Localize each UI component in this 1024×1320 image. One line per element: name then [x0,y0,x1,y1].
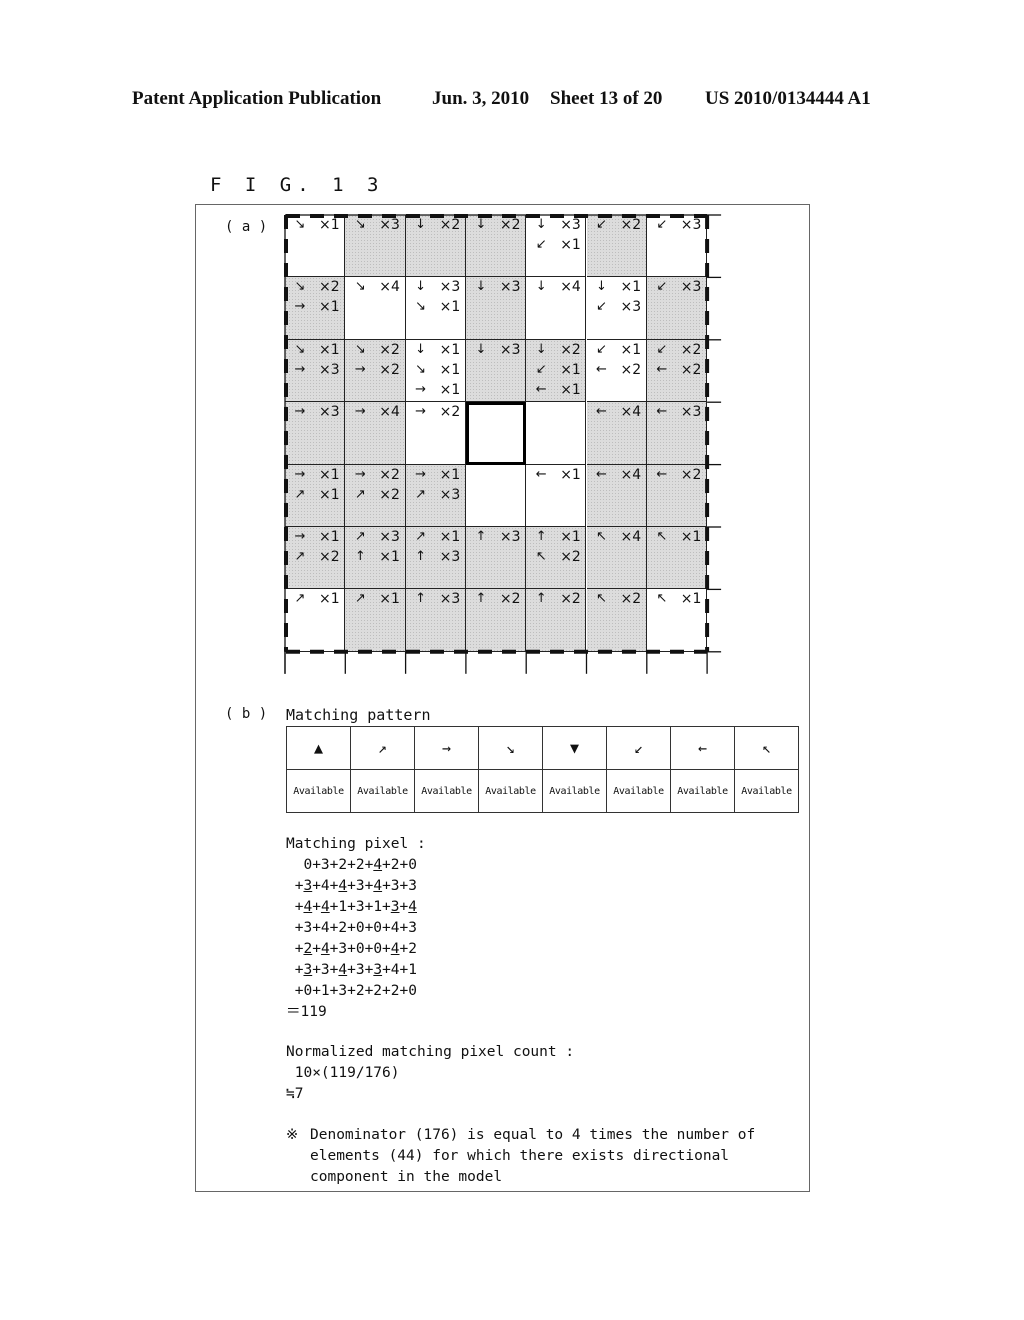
note-line-3: component in the model [310,1169,503,1185]
matching-pixel-row: +0+1+3+2+2+2+0 [286,983,417,999]
pattern-arrow-icon: ↘ [478,726,543,770]
normalized-result: ≒7 [286,1086,304,1102]
pattern-status: Available [414,769,479,813]
grid-outline [284,214,722,674]
pattern-status: Available [606,769,671,813]
pattern-status: Available [350,769,415,813]
matching-pixel-row: +3+4+2+0+0+4+3 [286,920,417,936]
normalized-title: Normalized matching pixel count : [286,1044,575,1060]
matching-pixel-title: Matching pixel : [286,836,426,852]
part-b-label: ( b ) [225,706,268,722]
pattern-arrow-icon: ↖ [734,726,799,770]
pattern-arrow-icon: ↗ [350,726,415,770]
note-line-1: Denominator (176) is equal to 4 times th… [310,1127,756,1143]
note-line-2: elements (44) for which there exists dir… [310,1148,730,1164]
pattern-status: Available [734,769,799,813]
pattern-arrow-icon: ← [670,726,735,770]
pattern-arrow-icon: ↙ [606,726,671,770]
pattern-status: Available [542,769,607,813]
pattern-arrow-icon: ▼ [542,726,607,770]
note-mark: ※ [286,1127,299,1143]
matching-pixel-row: +3+4+4+3+4+3+3 [286,878,417,894]
matching-pixel-row: 0+3+2+2+4+2+0 [286,857,417,873]
pattern-status: Available [286,769,351,813]
matching-pixel-sum: 0+3+2+2+4+2+0 +3+4+4+3+4+3+3 +4+4+1+3+1+… [286,855,417,1002]
matching-pattern-title: Matching pattern [286,706,431,724]
matching-pixel-row: +4+4+1+3+1+3+4 [286,899,417,915]
matching-pixel-row: +2+4+3+0+0+4+2 [286,941,417,957]
matching-pixel-result: ＝119 [286,1004,327,1020]
matching-pixel-row: +3+3+4+3+3+4+1 [286,962,417,978]
normalized-formula: 10×(119/176) [286,1065,400,1081]
pattern-arrow-icon: → [414,726,479,770]
pattern-arrow-icon: ▲ [286,726,351,770]
matching-pattern-table: ▲ ↗ → ↘ ▼ ↙ ← ↖ Available Available Available Avai… [286,726,799,813]
pattern-status: Available [670,769,735,813]
pattern-status: Available [478,769,543,813]
